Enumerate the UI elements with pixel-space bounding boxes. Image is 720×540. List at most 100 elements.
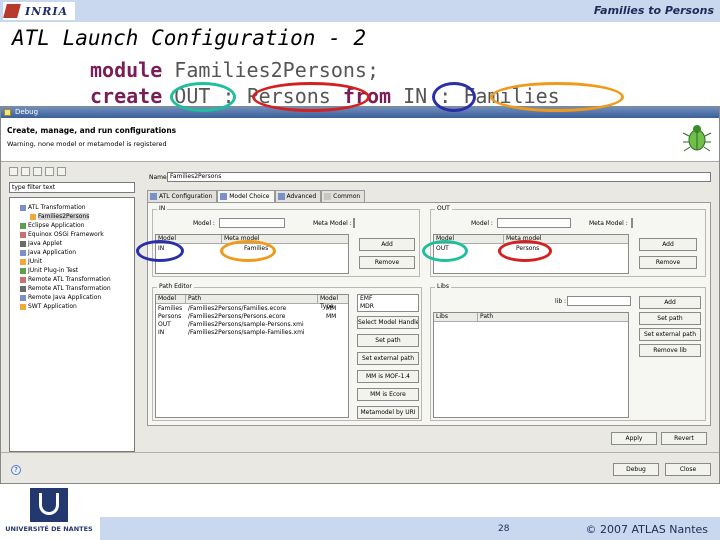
inria-logo-mark-icon — [3, 4, 21, 18]
config-type-icon — [30, 213, 36, 220]
tree-item[interactable]: JUnit Plug-in Test — [20, 267, 78, 274]
libs-set-path-button[interactable]: Set path — [639, 312, 701, 325]
config-type-icon — [20, 303, 26, 310]
handler-emf[interactable]: EMF — [358, 295, 418, 303]
lib-field[interactable] — [567, 296, 631, 306]
tree-item[interactable]: Remote ATL Transformation — [20, 276, 111, 283]
in-remove-button[interactable]: Remove — [359, 256, 415, 269]
tree-item[interactable]: Remote ATL Transformation — [20, 285, 111, 292]
apply-button[interactable]: Apply — [611, 432, 657, 445]
set-path-button[interactable]: Set path — [357, 334, 419, 347]
debug-dialog: Debug Create, manage, and run configurat… — [0, 106, 720, 484]
tab-advanced[interactable]: Advanced — [274, 190, 322, 202]
handler-mdr[interactable]: MDR — [358, 303, 418, 311]
path-col-path: Path — [186, 295, 318, 304]
duplicate-config-icon[interactable] — [21, 167, 30, 176]
path-row-model[interactable]: Families — [156, 305, 186, 313]
out-add-button[interactable]: Add — [639, 238, 697, 251]
tree-item[interactable]: Equinox OSGi Framework — [20, 231, 104, 238]
libs-group: Libs lib : Libs Path Add Set path Set ex… — [430, 283, 706, 421]
tree-item-label: SWT Application — [28, 303, 77, 310]
filter-text-input[interactable]: type filter text — [9, 182, 135, 193]
code-keyword-module: module — [90, 58, 163, 82]
select-model-handler-button[interactable]: Select Model Handler — [357, 316, 419, 329]
dialog-titlebar: Debug — [1, 107, 719, 118]
delete-config-icon[interactable] — [33, 167, 42, 176]
config-type-icon — [20, 294, 26, 301]
path-row-path[interactable]: /Families2Persons/Persons.ecore — [186, 313, 318, 321]
collapse-all-icon[interactable] — [45, 167, 54, 176]
path-row-path[interactable]: /Families2Persons/Families.ecore — [186, 305, 318, 313]
tree-item[interactable]: SWT Application — [20, 303, 77, 310]
out-col-metamodel: Meta model — [504, 235, 628, 244]
config-name-input[interactable]: Families2Persons — [167, 172, 711, 182]
libs-set-external-path-button[interactable]: Set external path — [639, 328, 701, 341]
code-in-name: IN — [403, 84, 428, 108]
model-tab-icon — [220, 193, 228, 200]
tab-common[interactable]: Common — [321, 190, 366, 202]
tree-item[interactable]: Families2Persons — [30, 213, 90, 220]
out-row-model[interactable]: OUT — [434, 245, 500, 253]
out-remove-button[interactable]: Remove — [639, 256, 697, 269]
tree-item[interactable]: Remote Java Application — [20, 294, 101, 301]
new-config-icon[interactable] — [9, 167, 18, 176]
dialog-button-bar: ? Debug Close — [1, 452, 719, 483]
config-type-icon — [20, 276, 26, 283]
path-table[interactable]: Model Path Model Type Families /Families… — [155, 294, 349, 418]
tree-item[interactable]: JUnit — [20, 258, 42, 265]
tree-item-label: Remote ATL Transformation — [28, 285, 111, 292]
help-icon[interactable]: ? — [11, 465, 21, 475]
close-button[interactable]: Close — [665, 463, 711, 476]
tree-item-label: Eclipse Application — [28, 222, 85, 229]
in-add-button[interactable]: Add — [359, 238, 415, 251]
inria-logo-text: INRIA — [25, 4, 69, 18]
tab-atl-configuration[interactable]: ATL Configuration — [147, 190, 218, 202]
mm-is-ecore-button[interactable]: MM is Ecore — [357, 388, 419, 401]
out-model-field[interactable] — [497, 218, 571, 228]
in-model-field[interactable] — [219, 218, 285, 228]
path-row-model[interactable]: OUT — [156, 321, 186, 329]
config-tabs: ATL Configuration Model Choice Advanced … — [147, 190, 366, 202]
metamodel-by-uri-button[interactable]: Metamodel by URI — [357, 406, 419, 419]
dialog-warning-message: Warning, none model or metamodel is regi… — [7, 140, 167, 148]
libs-col-libs: Libs — [434, 313, 478, 322]
tree-item[interactable]: ATL Transformation — [20, 204, 86, 211]
tree-item[interactable]: Eclipse Application — [20, 222, 84, 229]
config-type-icon — [20, 240, 26, 247]
path-row-path[interactable]: /Families2Persons/sample-Families.xmi — [186, 329, 318, 337]
set-external-path-button[interactable]: Set external path — [357, 352, 419, 365]
slide-title: ATL Launch Configuration - 2 — [12, 26, 367, 50]
in-row-model[interactable]: IN — [156, 245, 222, 253]
tree-item-label: Remote Java Application — [28, 294, 102, 301]
in-row-metamodel[interactable]: Families — [242, 245, 302, 253]
path-row-path[interactable]: /Families2Persons/sample-Persons.xmi — [186, 321, 318, 329]
remove-lib-button[interactable]: Remove lib — [639, 344, 701, 357]
libs-group-title: Libs — [435, 283, 451, 290]
tab-model-choice[interactable]: Model Choice — [217, 190, 275, 202]
tab-label: ATL Configuration — [159, 193, 213, 200]
config-tree[interactable]: ATL Transformation Families2Persons Eclips… — [9, 197, 135, 452]
path-row-model[interactable]: IN — [156, 329, 186, 337]
in-model-table[interactable]: Model Meta model IN Families — [155, 234, 349, 274]
path-row-model[interactable]: Persons — [156, 313, 186, 321]
path-row-type[interactable]: MM — [324, 305, 348, 313]
path-row-type[interactable] — [324, 321, 348, 329]
libs-table[interactable]: Libs Path — [433, 312, 629, 418]
path-row-type[interactable]: MM — [324, 313, 348, 321]
path-row-type[interactable] — [324, 329, 348, 337]
lib-label: lib : — [555, 298, 567, 305]
out-row-metamodel[interactable]: Persons — [514, 245, 574, 253]
model-choice-panel: IN Model : Meta Model : Model Meta model… — [147, 202, 711, 426]
model-handler-list[interactable]: EMF MDR — [357, 294, 419, 312]
tree-item[interactable]: Java Application — [20, 249, 76, 256]
libs-add-button[interactable]: Add — [639, 296, 701, 309]
filter-icon[interactable] — [57, 167, 66, 176]
page-number: 28 — [498, 524, 510, 534]
dialog-header: Create, manage, and run configurations W… — [1, 118, 719, 162]
out-model-table[interactable]: Model Meta model OUT Persons — [433, 234, 629, 274]
debug-button[interactable]: Debug — [613, 463, 659, 476]
tree-item[interactable]: Java Applet — [20, 240, 62, 247]
revert-button[interactable]: Revert — [661, 432, 707, 445]
university-mark-icon — [30, 488, 68, 522]
mm-is-mof-button[interactable]: MM is MOF-1.4 — [357, 370, 419, 383]
